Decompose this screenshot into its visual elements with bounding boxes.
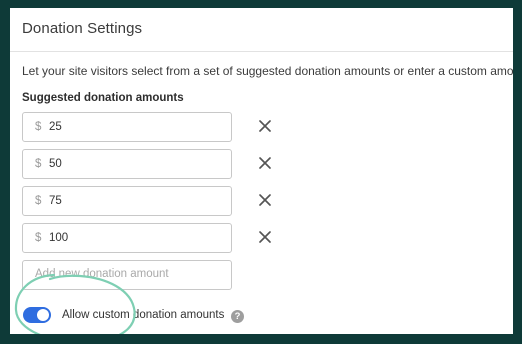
currency-symbol: $: [35, 158, 42, 170]
donation-amount-field[interactable]: $ 25: [22, 112, 232, 142]
donation-settings-panel: Donation Settings Let your site visitors…: [10, 8, 513, 334]
close-icon[interactable]: [258, 119, 272, 133]
panel-title: Donation Settings: [22, 20, 143, 37]
donation-amount-value: 50: [49, 158, 62, 170]
donation-amount-row: $ 100: [22, 223, 282, 253]
new-donation-amount-field[interactable]: [22, 260, 232, 290]
close-icon[interactable]: [258, 230, 272, 244]
currency-symbol: $: [35, 195, 42, 207]
donation-amount-value: 75: [49, 195, 62, 207]
allow-custom-amounts-label: Allow custom donation amounts: [62, 309, 225, 321]
currency-symbol: $: [35, 121, 42, 133]
donation-amount-row: $ 75: [22, 186, 282, 216]
donation-amount-row: $ 50: [22, 149, 282, 179]
question-circle-icon[interactable]: ?: [231, 310, 244, 323]
suggested-amounts-label: Suggested donation amounts: [22, 92, 184, 104]
donation-amount-row: $ 25: [22, 112, 282, 142]
donation-amount-value: 25: [49, 121, 62, 133]
close-icon[interactable]: [258, 156, 272, 170]
allow-custom-amounts-toggle[interactable]: [23, 307, 51, 323]
donation-amount-field[interactable]: $ 50: [22, 149, 232, 179]
toggle-knob: [37, 309, 49, 321]
currency-symbol: $: [35, 232, 42, 244]
title-divider: [10, 51, 513, 52]
donation-amount-value: 100: [49, 232, 69, 244]
panel-description: Let your site visitors select from a set…: [22, 64, 513, 78]
close-icon[interactable]: [258, 193, 272, 207]
new-donation-amount-input[interactable]: [35, 261, 225, 287]
donation-amount-field[interactable]: $ 100: [22, 223, 232, 253]
donation-amount-field[interactable]: $ 75: [22, 186, 232, 216]
